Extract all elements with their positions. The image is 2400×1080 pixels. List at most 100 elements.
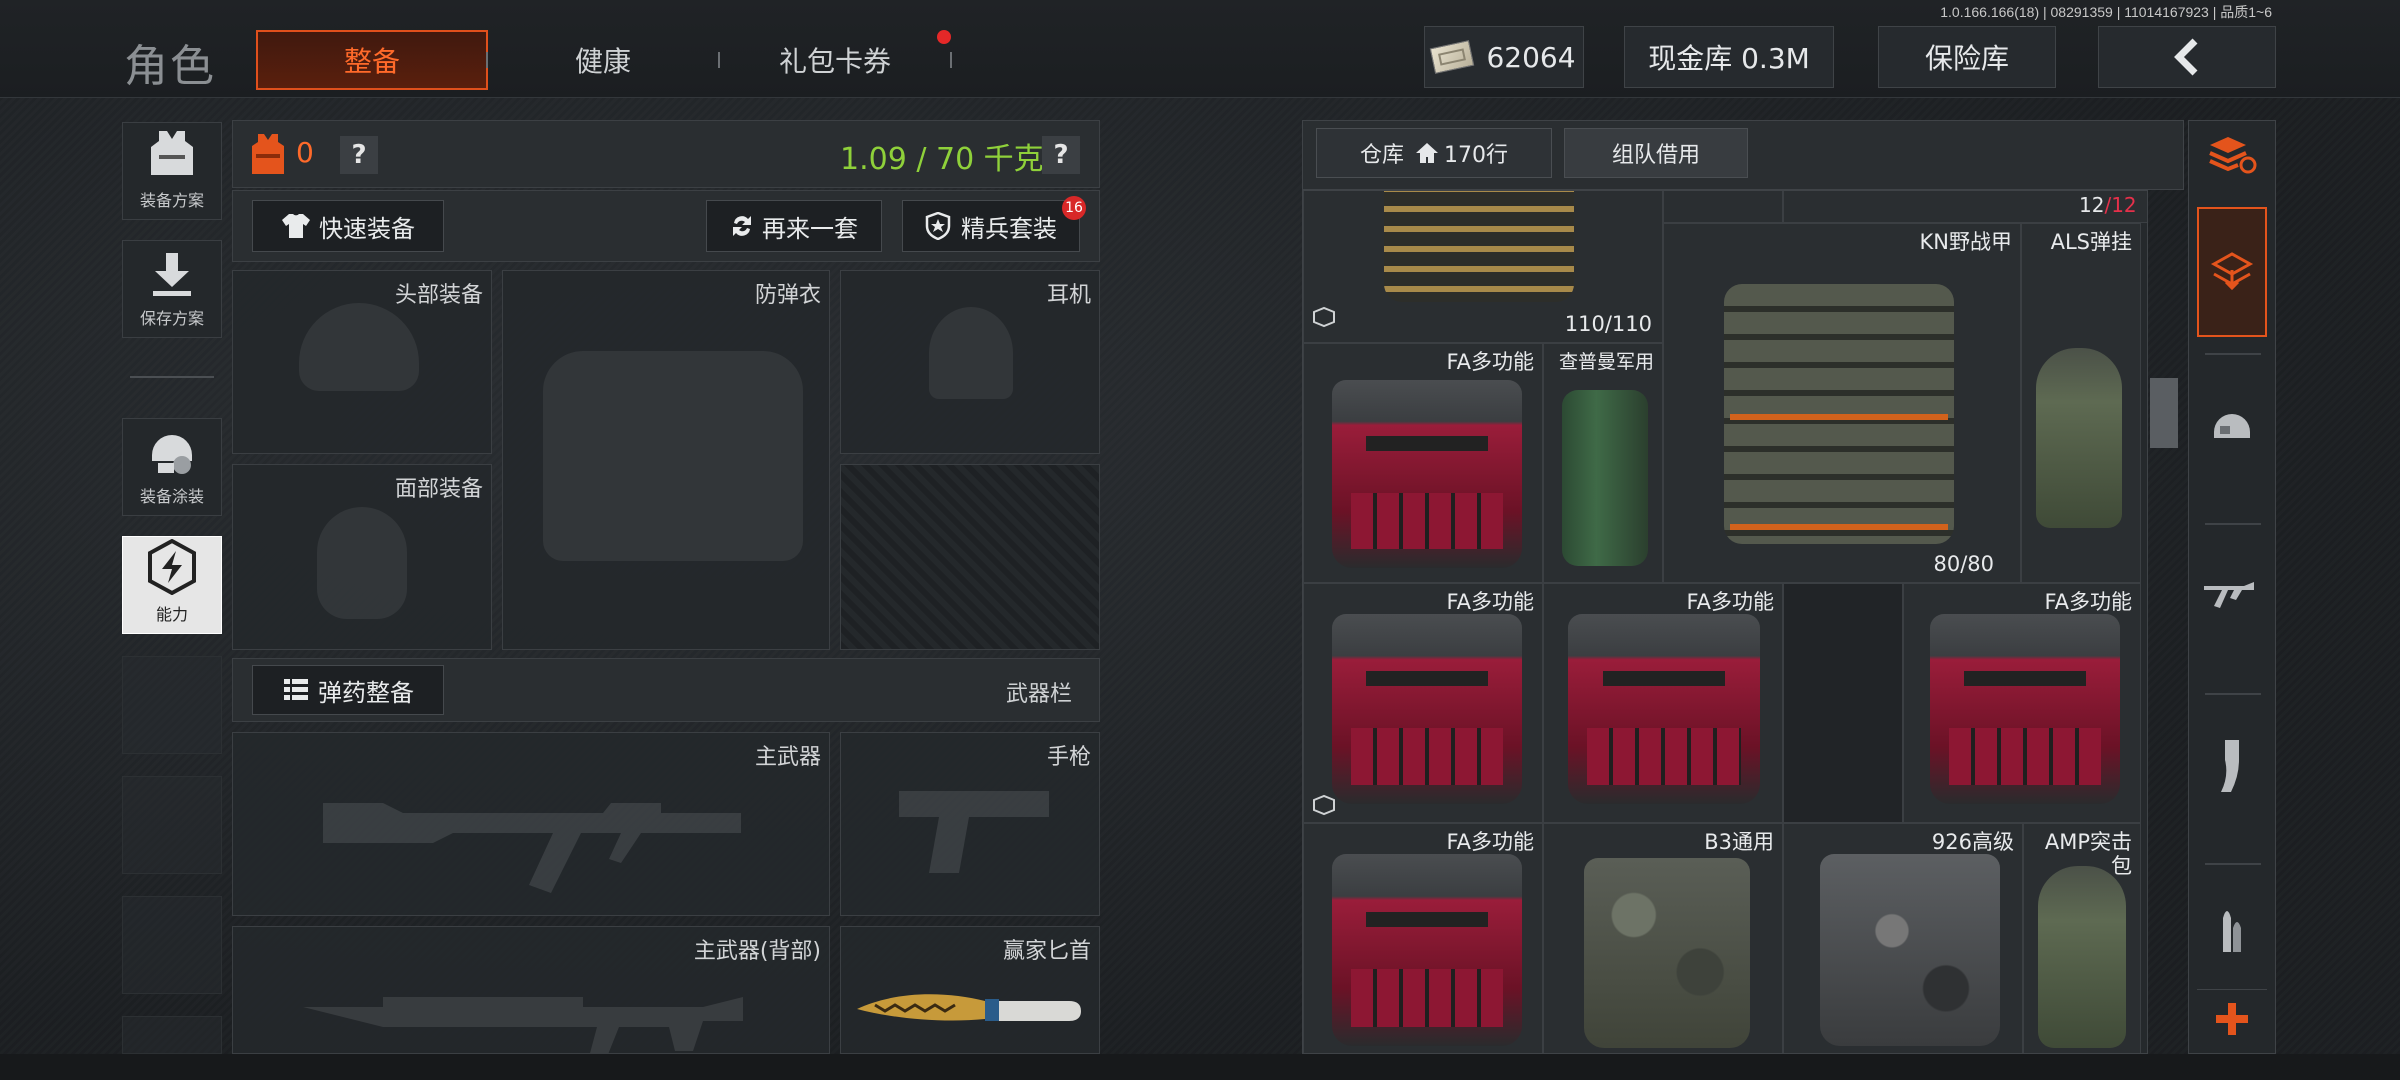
tab-gift-cards[interactable]: 礼包卡券: [748, 30, 922, 90]
again-label: 再来一套: [762, 214, 858, 243]
slot-face-label: 面部装备: [394, 477, 483, 502]
rail-all-button[interactable]: [2197, 207, 2267, 337]
category-rail: [2188, 120, 2276, 1054]
slot-primary[interactable]: 主武器: [232, 732, 830, 916]
sidebar-item-label: 保存方案: [139, 309, 204, 328]
notification-dot: [937, 30, 951, 44]
slot-headset[interactable]: 耳机: [840, 270, 1100, 454]
tab-equip[interactable]: 整备: [256, 30, 488, 90]
rail-add-button[interactable]: [2197, 989, 2267, 1047]
item-kn-vest[interactable]: KN野战甲 80/80: [1663, 223, 2021, 583]
insurance-button[interactable]: 保险库: [1878, 26, 2056, 88]
slot-armor[interactable]: 防弹衣: [502, 270, 830, 650]
item-label: FA多功能: [1686, 590, 1774, 614]
item-label: 查普曼军用: [1558, 351, 1654, 373]
refresh-icon: [733, 216, 751, 236]
pistol-silhouette: [899, 791, 1049, 873]
slot-armor-label: 防弹衣: [754, 283, 821, 308]
ammo-equip-label: 弹药整备: [318, 678, 414, 707]
tab-separator: [718, 52, 720, 68]
rail-magazine-button[interactable]: [2197, 701, 2267, 831]
armor-count: [250, 132, 286, 180]
item-fa-pack[interactable]: FA多功能: [1303, 823, 1543, 1053]
warehouse-scrollbar[interactable]: [2150, 378, 2178, 448]
helmet-silhouette: [299, 303, 419, 391]
item-label: B3通用: [1704, 830, 1774, 854]
vest-stripe: [1730, 414, 1948, 420]
ammo-equip-button[interactable]: 弹药整备: [252, 665, 444, 715]
layers-refresh-icon: [2209, 137, 2257, 174]
slot-knife[interactable]: 赢家匕首: [840, 926, 1100, 1054]
vest-stripe: [1730, 524, 1948, 530]
home-icon: [1416, 143, 1438, 163]
rail-separator: [2205, 353, 2261, 355]
grid-cell-empty: [1783, 583, 1903, 823]
shield-star-icon: [925, 212, 951, 240]
item-vest-top[interactable]: 110/110: [1303, 191, 1663, 343]
rail-separator: [2205, 523, 2261, 525]
item-label: FA多功能: [1446, 830, 1534, 854]
page-indicator: 12/12: [2079, 193, 2137, 217]
back-button[interactable]: [2098, 26, 2276, 88]
weight-help-button[interactable]: ?: [1042, 136, 1080, 174]
quick-equip-button[interactable]: 快速装备: [252, 200, 444, 252]
cash-storage-button[interactable]: 现金库 0.3M: [1624, 26, 1834, 88]
mask-silhouette: [317, 507, 407, 619]
item-fa-pack[interactable]: FA多功能: [1303, 583, 1543, 823]
fa-pack-image: [1332, 380, 1522, 568]
slot-primary-label: 主武器: [754, 745, 821, 770]
slot-head[interactable]: 头部装备: [232, 270, 492, 454]
item-label: 926高级: [1931, 830, 2014, 854]
fa-pack-image: [1930, 614, 2120, 804]
slot-pistol[interactable]: 手枪: [840, 732, 1100, 916]
page-title: 角色: [124, 41, 216, 92]
tab-warehouse[interactable]: 仓库 170行: [1316, 128, 1552, 178]
rail-sort-button[interactable]: [2197, 127, 2267, 183]
page-current: 12: [2079, 193, 2105, 217]
chapman-pack-image: [1562, 390, 1648, 566]
helmet-paint-icon: [152, 435, 192, 474]
box-icon: [1313, 794, 1335, 816]
rail-weapon-button[interactable]: [2197, 531, 2267, 661]
tab-team-borrow[interactable]: 组队借用: [1564, 128, 1748, 178]
slot-knife-label: 赢家匕首: [1002, 939, 1091, 964]
tab-health[interactable]: 健康: [520, 30, 686, 90]
magazine-icon: [2221, 740, 2239, 792]
help-button[interactable]: ?: [340, 136, 378, 174]
item-b3-pack[interactable]: B3通用: [1543, 823, 1783, 1053]
elite-set-button[interactable]: 精兵套装: [902, 200, 1080, 252]
item-fa-pack[interactable]: FA多功能: [1543, 583, 1783, 823]
bullets-icon: [2223, 911, 2241, 952]
sidebar-item-loadout[interactable]: 装备方案: [122, 122, 222, 220]
warehouse-tab-label: 仓库: [1359, 143, 1404, 168]
sidebar-item-paint[interactable]: 装备涂装: [122, 418, 222, 516]
sidebar-item-save[interactable]: 保存方案: [122, 240, 222, 338]
slot-face[interactable]: 面部装备: [232, 464, 492, 650]
rail-ammo-button[interactable]: [2197, 871, 2267, 981]
item-926-pack[interactable]: 926高级: [1783, 823, 2023, 1053]
rifle-icon: [2204, 582, 2254, 608]
item-als-rig[interactable]: ALS弹挂: [2021, 223, 2141, 583]
item-chapman-pack[interactable]: 查普曼军用: [1543, 343, 1663, 583]
item-fa-pack[interactable]: FA多功能: [1903, 583, 2141, 823]
stack-download-icon: [2210, 252, 2254, 291]
b3-pack-image: [1584, 858, 1750, 1048]
item-amp-pack[interactable]: AMP突击包: [2023, 823, 2141, 1053]
fa-pack-image: [1332, 854, 1522, 1046]
chevron-left-icon: [2174, 38, 2198, 76]
als-rig-image: [2036, 348, 2122, 528]
warehouse-rows: 170行: [1444, 143, 1508, 168]
sidebar-item-ability[interactable]: 能力: [122, 536, 222, 634]
item-fa-pack[interactable]: FA多功能: [1303, 343, 1543, 583]
rail-helmet-button[interactable]: [2197, 361, 2267, 491]
again-button[interactable]: 再来一套: [706, 200, 882, 252]
currency-amount: 62064: [1486, 40, 1576, 74]
currency-display[interactable]: 62064: [1424, 26, 1584, 88]
item-count: 110/110: [1564, 312, 1652, 336]
926-pack-image: [1820, 854, 2000, 1046]
slot-pistol-label: 手枪: [1046, 745, 1091, 770]
rail-separator: [2205, 693, 2261, 695]
slot-headset-label: 耳机: [1046, 283, 1091, 308]
tab-separator: [486, 52, 488, 68]
slot-primary-back[interactable]: 主武器(背部): [232, 926, 830, 1054]
